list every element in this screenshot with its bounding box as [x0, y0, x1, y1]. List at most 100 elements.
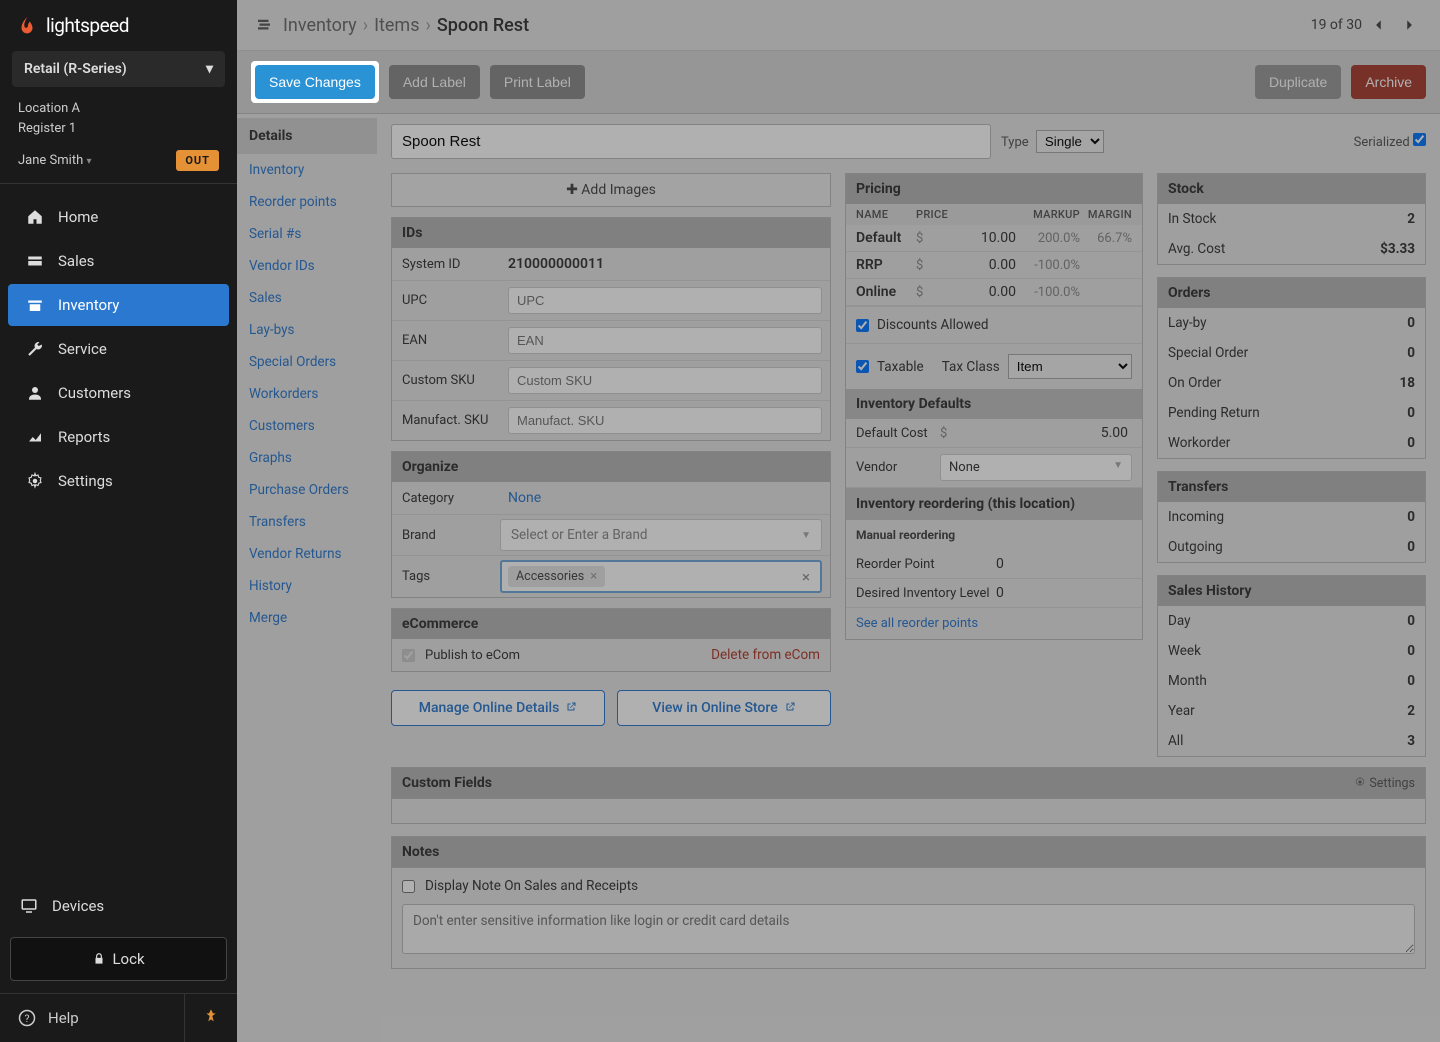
gear-icon — [1354, 776, 1366, 788]
desired-level-value[interactable]: 0 — [996, 585, 1132, 601]
remove-tag-icon[interactable]: × — [590, 569, 597, 584]
brand-select[interactable]: Select or Enter a Brand▼ — [500, 519, 822, 551]
series-label: Retail (R-Series) — [24, 61, 127, 77]
type-select[interactable]: Single — [1036, 130, 1104, 153]
category-value[interactable]: None — [500, 482, 549, 514]
nav-customers[interactable]: Customers — [8, 372, 229, 414]
notes-title: Notes — [391, 836, 1426, 867]
stock-section: Stock In Stock2 Avg. Cost$3.33 — [1157, 173, 1426, 265]
home-icon — [26, 208, 44, 226]
info-row: Pending Return0 — [1158, 398, 1425, 428]
pin-button[interactable] — [184, 994, 237, 1042]
chevron-right-icon: › — [363, 15, 368, 36]
nav-sales[interactable]: Sales — [8, 240, 229, 282]
taxable-checkbox[interactable] — [856, 360, 869, 373]
subnav-item[interactable]: Sales — [237, 282, 377, 314]
subnav-item[interactable]: Graphs — [237, 442, 377, 474]
default-cost-value[interactable]: 5.00 — [956, 425, 1132, 441]
discounts-checkbox[interactable] — [856, 319, 869, 332]
breadcrumb-items[interactable]: Items — [374, 15, 419, 36]
nav-settings[interactable]: Settings — [8, 460, 229, 502]
save-button-highlight: Save Changes — [251, 61, 379, 103]
ids-title: IDs — [392, 218, 830, 248]
ean-label: EAN — [392, 325, 500, 356]
vendor-select[interactable]: None▼ — [940, 454, 1132, 481]
subnav-item[interactable]: Inventory — [237, 154, 377, 186]
nav-home[interactable]: Home — [8, 196, 229, 238]
info-row: Day0 — [1158, 606, 1425, 636]
tax-class-select[interactable]: Item — [1008, 354, 1132, 379]
archive-button[interactable]: Archive — [1351, 65, 1426, 99]
tag-chip: Accessories× — [508, 566, 605, 587]
delete-from-ecom[interactable]: Delete from eCom — [711, 647, 820, 663]
display-note-checkbox[interactable] — [402, 880, 415, 893]
subnav-item[interactable]: History — [237, 570, 377, 602]
subnav-item[interactable]: Reorder points — [237, 186, 377, 218]
breadcrumb-current: Spoon Rest — [437, 15, 529, 36]
subnav-item[interactable]: Vendor IDs — [237, 250, 377, 282]
subnav-item[interactable]: Lay-bys — [237, 314, 377, 346]
item-name-input[interactable] — [391, 124, 991, 159]
chevron-right-icon — [1402, 18, 1416, 32]
add-label-button[interactable]: Add Label — [389, 65, 480, 99]
chevron-right-icon: › — [426, 15, 431, 36]
serialized-checkbox[interactable] — [1413, 133, 1426, 146]
save-button[interactable]: Save Changes — [255, 65, 375, 99]
system-id-label: System ID — [392, 249, 500, 280]
nav-inventory[interactable]: Inventory — [8, 284, 229, 326]
subnav-item[interactable]: Workorders — [237, 378, 377, 410]
sales-history-section: Sales History Day0Week0Month0Year2All3 — [1157, 575, 1426, 757]
help-button[interactable]: ?Help — [0, 994, 184, 1042]
subnav-item[interactable]: Special Orders — [237, 346, 377, 378]
view-online-button[interactable]: View in Online Store — [617, 690, 831, 726]
out-badge[interactable]: OUT — [176, 150, 219, 171]
manage-online-button[interactable]: Manage Online Details — [391, 690, 605, 726]
pin-icon — [203, 1008, 219, 1024]
pager-next[interactable] — [1396, 12, 1422, 38]
nav-reports[interactable]: Reports — [8, 416, 229, 458]
subnav-item[interactable]: Purchase Orders — [237, 474, 377, 506]
upc-input[interactable] — [508, 287, 822, 314]
custom-fields-settings[interactable]: Settings — [1354, 776, 1415, 791]
lock-button[interactable]: Lock — [10, 937, 227, 981]
info-row: Year2 — [1158, 696, 1425, 726]
orders-section: Orders Lay-by0Special Order0On Order18Pe… — [1157, 277, 1426, 459]
duplicate-button[interactable]: Duplicate — [1255, 65, 1341, 99]
pager-prev[interactable] — [1366, 12, 1392, 38]
breadcrumb: Inventory › Items › Spoon Rest 19 of 30 — [237, 0, 1440, 51]
manufact-sku-input[interactable] — [508, 407, 822, 434]
organize-title: Organize — [392, 452, 830, 482]
see-all-reorder-link[interactable]: See all reorder points — [846, 608, 1142, 639]
organize-section: Organize CategoryNone Brand Select or En… — [391, 451, 831, 598]
reorder-point-value[interactable]: 0 — [996, 556, 1132, 572]
publish-ecom-checkbox[interactable] — [402, 649, 415, 662]
subnav-item[interactable]: Serial #s — [237, 218, 377, 250]
breadcrumb-root[interactable]: Inventory — [283, 15, 357, 36]
info-row: On Order18 — [1158, 368, 1425, 398]
pricing-title: Pricing — [846, 174, 1142, 204]
notes-textarea[interactable] — [402, 904, 1415, 954]
nav-service[interactable]: Service — [8, 328, 229, 370]
custom-fields-title: Custom Fields Settings — [391, 767, 1426, 798]
add-images-button[interactable]: ✚ Add Images — [391, 173, 831, 207]
subnav-item[interactable]: Customers — [237, 410, 377, 442]
custom-sku-label: Custom SKU — [392, 365, 500, 396]
ean-input[interactable] — [508, 327, 822, 354]
user-menu[interactable]: Jane Smith ▾ — [18, 153, 92, 168]
series-selector[interactable]: Retail (R-Series) ▾ — [12, 51, 225, 87]
subnav-item[interactable]: Vendor Returns — [237, 538, 377, 570]
action-bar: Save Changes Add Label Print Label Dupli… — [237, 51, 1440, 114]
print-label-button[interactable]: Print Label — [490, 65, 585, 99]
subnav-item[interactable]: Transfers — [237, 506, 377, 538]
tags-input[interactable]: Accessories× × — [500, 560, 822, 593]
price-row: RRP$0.00-100.0% — [846, 252, 1142, 279]
custom-sku-input[interactable] — [508, 367, 822, 394]
box-icon — [26, 296, 44, 314]
clear-tags-icon[interactable]: × — [798, 568, 814, 586]
subnav-item[interactable]: Merge — [237, 602, 377, 634]
main: Inventory › Items › Spoon Rest 19 of 30 … — [237, 0, 1440, 1042]
pager: 19 of 30 — [1311, 12, 1422, 38]
devices-button[interactable]: Devices — [10, 885, 227, 927]
transfers-section: Transfers Incoming0Outgoing0 — [1157, 471, 1426, 563]
main-nav: Home Sales Inventory Service Customers R… — [0, 184, 237, 885]
